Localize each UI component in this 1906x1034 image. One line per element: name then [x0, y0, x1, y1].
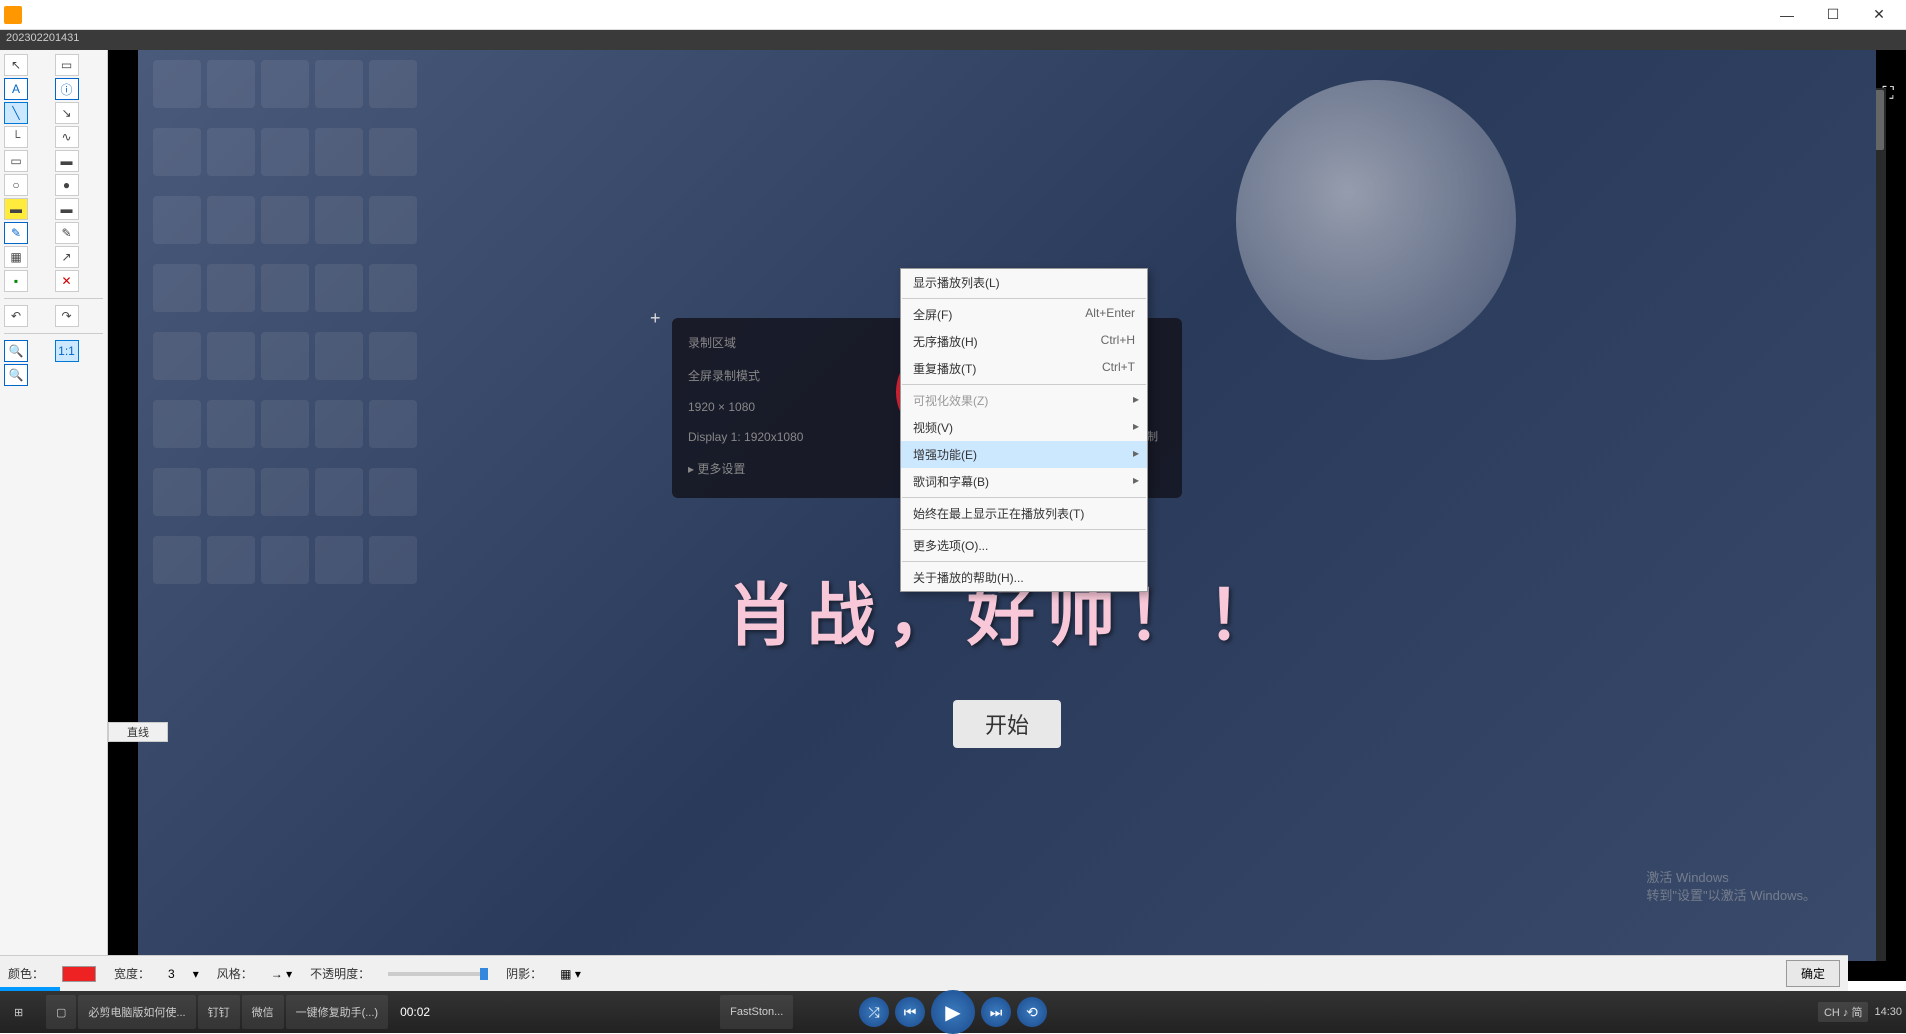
- menu-item: 可视化效果(Z)▸: [901, 387, 1147, 414]
- clock[interactable]: 14:30: [1874, 1006, 1902, 1018]
- menu-item[interactable]: 更多选项(O)...: [901, 532, 1147, 559]
- window-titlebar: — ☐ ✕: [0, 0, 1906, 30]
- start-button[interactable]: 开始: [953, 700, 1061, 748]
- desktop-icons-grid: [153, 60, 421, 602]
- maximize-button[interactable]: ☐: [1810, 0, 1856, 30]
- main-area: ↖ ▭ A ⓘ ╲ ↘ └ ∿ ▭ ▬ ○ ● ▬ ▬ ✎ ✎ ▦ ↗ ▪ ✕ …: [0, 50, 1906, 981]
- style-label: 风格：: [217, 965, 253, 982]
- color-picker[interactable]: [62, 966, 96, 982]
- status-tab[interactable]: 直线: [108, 722, 168, 742]
- shuffle-button[interactable]: ⤮: [859, 997, 889, 1027]
- taskbar-item[interactable]: 必剪电脑版如何使...: [78, 995, 195, 1029]
- tool-pencil[interactable]: ✎: [4, 222, 28, 244]
- progress-indicator: [0, 987, 60, 991]
- menu-item[interactable]: 无序播放(H)Ctrl+H: [901, 328, 1147, 355]
- menu-item[interactable]: 歌词和字幕(B)▸: [901, 468, 1147, 495]
- window-controls: — ☐ ✕: [1764, 0, 1902, 30]
- opacity-label: 不透明度：: [310, 965, 370, 982]
- taskbar-item[interactable]: 微信: [242, 995, 284, 1029]
- minimize-button[interactable]: —: [1764, 0, 1810, 30]
- width-value[interactable]: 3: [168, 967, 175, 981]
- taskbar-item[interactable]: 钉钉: [198, 995, 240, 1029]
- tool-rect-outline[interactable]: ▭: [4, 150, 28, 172]
- color-label: 颜色：: [8, 965, 44, 982]
- video-frame: + 肖战，好帅！！ 开始 录制区域 全屏录制模式 1920 × 1080 Dis…: [138, 50, 1876, 961]
- canvas-area[interactable]: ⛶ + 肖战，好帅！！ 开始 录制区域 全屏录制模式 1920 × 1080 D: [108, 50, 1906, 981]
- context-menu: 显示播放列表(L) 全屏(F)Alt+Enter无序播放(H)Ctrl+H重复播放…: [900, 268, 1148, 592]
- tool-ellipse-fill[interactable]: ●: [55, 174, 79, 196]
- width-label: 宽度：: [114, 965, 150, 982]
- next-button[interactable]: ⏭: [981, 997, 1011, 1027]
- repeat-button[interactable]: ⟲: [1017, 997, 1047, 1027]
- style-picker[interactable]: → ▾: [271, 967, 292, 981]
- tool-zoom-actual[interactable]: 1:1: [55, 340, 79, 362]
- taskbar-item[interactable]: FastSton...: [720, 995, 793, 1029]
- tool-info[interactable]: ⓘ: [55, 78, 79, 100]
- tool-angle[interactable]: └: [4, 126, 28, 148]
- tool-delete[interactable]: ✕: [55, 270, 79, 292]
- task-view-button[interactable]: ▢: [46, 995, 76, 1029]
- tool-stamp[interactable]: ▪: [4, 270, 28, 292]
- opacity-slider[interactable]: [388, 972, 488, 976]
- close-button[interactable]: ✕: [1856, 0, 1902, 30]
- system-tray: CH ♪ 简 14:30: [1818, 1002, 1902, 1022]
- windows-watermark: 激活 Windows 转到"设置"以激活 Windows。: [1646, 869, 1816, 905]
- taskbar: ⊞ ▢ 必剪电脑版如何使... 钉钉 微信 一键修复助手(...) 00:02 …: [0, 991, 1906, 1033]
- tool-expand-arrow[interactable]: ↗: [55, 246, 79, 268]
- play-button[interactable]: ▶: [931, 990, 975, 1034]
- tool-rect-fill[interactable]: ▬: [55, 150, 79, 172]
- tool-blur[interactable]: ▦: [4, 246, 28, 268]
- start-menu-button[interactable]: ⊞: [4, 995, 44, 1029]
- ime-indicator[interactable]: CH ♪ 简: [1818, 1002, 1869, 1022]
- tool-highlight[interactable]: ▬: [4, 198, 28, 220]
- annotation-toolbar: ↖ ▭ A ⓘ ╲ ↘ └ ∿ ▭ ▬ ○ ● ▬ ▬ ✎ ✎ ▦ ↗ ▪ ✕ …: [0, 50, 108, 981]
- tool-arrow[interactable]: ↘: [55, 102, 79, 124]
- menu-item[interactable]: 全屏(F)Alt+Enter: [901, 301, 1147, 328]
- menu-item[interactable]: 关于播放的帮助(H)...: [901, 564, 1147, 591]
- taskbar-item[interactable]: 一键修复助手(...): [286, 995, 389, 1029]
- tool-cursor[interactable]: ↖: [4, 54, 28, 76]
- menu-item[interactable]: 始终在最上显示正在播放列表(T): [901, 500, 1147, 527]
- tool-rounded-rect[interactable]: ▬: [55, 198, 79, 220]
- filename-bar: 202302201431: [0, 30, 1906, 50]
- tool-undo[interactable]: ↶: [4, 305, 28, 327]
- prev-button[interactable]: ⏮: [895, 997, 925, 1027]
- tool-options-bar: 颜色： 宽度： 3 ▾ 风格： → ▾ 不透明度： 阴影： ▦ ▾ 确定: [0, 955, 1848, 991]
- player-current-time: 00:02: [400, 1005, 430, 1019]
- tool-text[interactable]: A: [4, 78, 28, 100]
- tool-redo[interactable]: ↷: [55, 305, 79, 327]
- menu-item[interactable]: 重复播放(T)Ctrl+T: [901, 355, 1147, 382]
- tool-ellipse-outline[interactable]: ○: [4, 174, 28, 196]
- crosshair-cursor: +: [650, 308, 661, 329]
- menu-item[interactable]: 视频(V)▸: [901, 414, 1147, 441]
- tool-zoom-out[interactable]: 🔍: [4, 364, 28, 386]
- shadow-label: 阴影：: [506, 965, 542, 982]
- menu-item[interactable]: 增强功能(E)▸: [901, 441, 1147, 468]
- tool-curve[interactable]: ∿: [55, 126, 79, 148]
- tool-brush[interactable]: ✎: [55, 222, 79, 244]
- app-icon: [4, 6, 22, 24]
- tool-line[interactable]: ╲: [4, 102, 28, 124]
- tool-select-rect[interactable]: ▭: [55, 54, 79, 76]
- shadow-picker[interactable]: ▦ ▾: [560, 967, 581, 981]
- media-controls: ⤮ ⏮ ▶ ⏭ ⟲: [859, 990, 1047, 1034]
- tool-zoom-in[interactable]: 🔍: [4, 340, 28, 362]
- moon-graphic: [1236, 80, 1516, 360]
- confirm-button[interactable]: 确定: [1786, 960, 1840, 987]
- menu-item[interactable]: 显示播放列表(L): [901, 269, 1147, 296]
